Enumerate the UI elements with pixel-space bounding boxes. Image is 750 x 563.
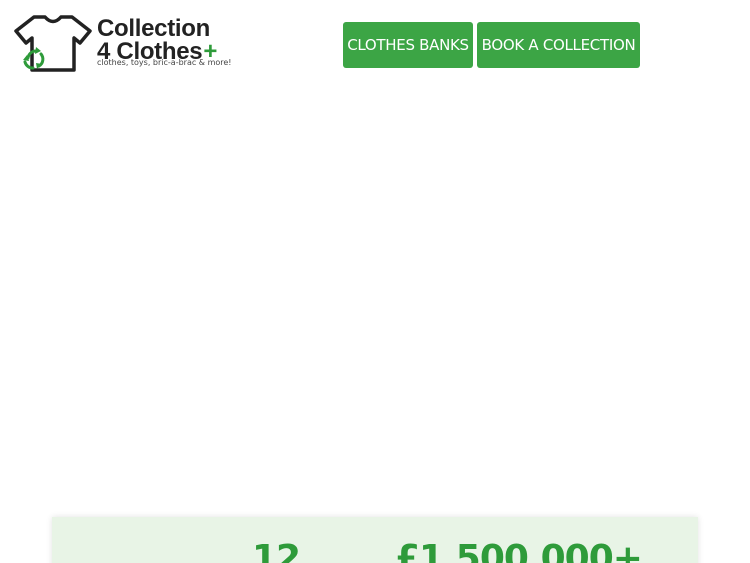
site-logo[interactable]: Collection 4 Clothes+ clothes, toys, bri…	[14, 14, 232, 74]
page: Collection 4 Clothes+ clothes, toys, bri…	[0, 0, 750, 563]
brand-tagline: clothes, toys, bric-a-brac & more!	[97, 58, 232, 67]
stats-panel: 12 £1,500,000+	[52, 517, 698, 563]
book-collection-button[interactable]: BOOK A COLLECTION	[477, 22, 640, 68]
tshirt-recycle-icon	[14, 15, 92, 72]
clothes-banks-button[interactable]: CLOTHES BANKS	[343, 22, 473, 68]
stat-value: £1,500,000+	[395, 538, 643, 563]
stat-value: 12	[252, 538, 301, 563]
header-nav: CLOTHES BANKS BOOK A COLLECTION	[343, 22, 640, 68]
